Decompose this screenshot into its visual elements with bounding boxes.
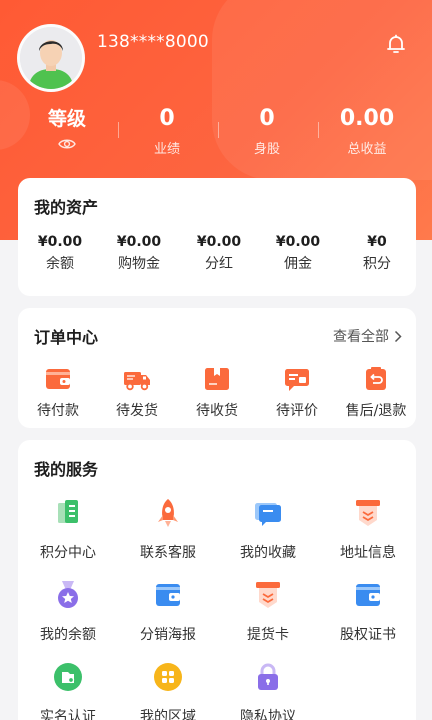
- address-icon: [351, 496, 385, 530]
- asset-value: ¥0: [367, 234, 387, 250]
- asset-label: 积分: [363, 256, 391, 272]
- truck-icon: [122, 364, 152, 394]
- favorites-icon: [251, 496, 285, 530]
- stat-shares[interactable]: 0 身股: [217, 104, 317, 157]
- box-icon: [202, 364, 232, 394]
- asset-value: ¥0.00: [37, 234, 83, 250]
- stat-value: 0: [259, 106, 275, 131]
- service-points-center[interactable]: 积分中心: [18, 496, 118, 562]
- service-real-name-verification[interactable]: 实名认证: [18, 660, 118, 720]
- asset-shopping-gold[interactable]: ¥0.00 购物金: [99, 234, 179, 273]
- eye-icon[interactable]: [17, 136, 117, 155]
- phone-number: 138****8000: [97, 32, 209, 52]
- asset-label: 佣金: [284, 256, 312, 272]
- services-title: 我的服务: [34, 460, 99, 479]
- order-after-sales[interactable]: 售后/退款: [336, 364, 416, 420]
- service-label: 积分中心: [40, 545, 96, 561]
- order-label: 待收货: [196, 403, 238, 419]
- chevron-right-icon: [394, 330, 402, 342]
- assets-card: 我的资产 ¥0.00 余额 ¥0.00 购物金 ¥0.00 分红 ¥0.00 佣…: [18, 178, 416, 296]
- stat-label: 总收益: [347, 142, 387, 157]
- services-card: 我的服务 积分中心 联系客服 我的收藏 地址信息 我的余额 分销海报 提货卡 股…: [18, 440, 416, 720]
- service-pickup-card[interactable]: 提货卡: [218, 578, 318, 644]
- level-label: 等级: [47, 108, 86, 130]
- avatar[interactable]: [17, 24, 85, 92]
- notification-bell-icon[interactable]: [384, 32, 408, 56]
- service-label: 提货卡: [247, 627, 289, 643]
- assets-title: 我的资产: [34, 198, 99, 217]
- asset-value: ¥0.00: [196, 234, 242, 250]
- asset-dividend[interactable]: ¥0.00 分红: [179, 234, 259, 273]
- service-label: 隐私协议: [240, 709, 296, 720]
- asset-label: 购物金: [118, 256, 160, 272]
- pickup-card-icon: [251, 578, 285, 612]
- order-label: 待发货: [116, 403, 158, 419]
- order-center-card: 订单中心 查看全部 待付款 待发货 待收货 待评价 售后/退款: [18, 308, 416, 428]
- region-icon: [151, 660, 185, 694]
- asset-value: ¥0.00: [275, 234, 321, 250]
- service-label: 分销海报: [140, 627, 196, 643]
- wallet-icon: [43, 364, 73, 394]
- service-address-info[interactable]: 地址信息: [318, 496, 418, 562]
- order-pending-review[interactable]: 待评价: [257, 364, 337, 420]
- asset-value: ¥0.00: [116, 234, 162, 250]
- service-label: 联系客服: [140, 545, 196, 561]
- order-label: 待付款: [37, 403, 79, 419]
- service-contact-support[interactable]: 联系客服: [118, 496, 218, 562]
- service-my-balance[interactable]: 我的余额: [18, 578, 118, 644]
- service-my-favorites[interactable]: 我的收藏: [218, 496, 318, 562]
- wallet-icon: [151, 578, 185, 612]
- medal-icon: [51, 578, 85, 612]
- asset-points[interactable]: ¥0 积分: [337, 234, 417, 273]
- order-center-title: 订单中心: [34, 328, 99, 347]
- order-label: 待评价: [276, 403, 318, 419]
- service-label: 地址信息: [340, 545, 396, 561]
- order-label: 售后/退款: [345, 403, 407, 419]
- service-label: 实名认证: [40, 709, 96, 720]
- rocket-icon: [151, 496, 185, 530]
- service-equity-certificate[interactable]: 股权证书: [318, 578, 418, 644]
- service-label: 我的余额: [40, 627, 96, 643]
- asset-label: 分红: [205, 256, 233, 272]
- service-label: 我的收藏: [240, 545, 296, 561]
- service-label: 我的区域: [140, 709, 196, 720]
- certificate-icon: [351, 578, 385, 612]
- stat-performance[interactable]: 0 业绩: [117, 104, 217, 157]
- stat-label: 身股: [253, 142, 280, 157]
- asset-label: 余额: [46, 256, 74, 272]
- points-icon: [51, 496, 85, 530]
- stat-value: 0: [159, 106, 175, 131]
- service-my-region[interactable]: 我的区域: [118, 660, 218, 720]
- see-all-label: 查看全部: [333, 329, 389, 345]
- asset-balance[interactable]: ¥0.00 余额: [20, 234, 100, 273]
- service-privacy-agreement[interactable]: 隐私协议: [218, 660, 318, 720]
- see-all-orders-link[interactable]: 查看全部: [333, 326, 402, 346]
- order-pending-shipment[interactable]: 待发货: [97, 364, 177, 420]
- id-verify-icon: [51, 660, 85, 694]
- asset-commission[interactable]: ¥0.00 佣金: [258, 234, 338, 273]
- stat-value: 0.00: [339, 106, 395, 131]
- refund-icon: [361, 364, 391, 394]
- level-stat[interactable]: 等级: [17, 104, 117, 155]
- order-pending-receipt[interactable]: 待收货: [177, 364, 257, 420]
- stat-total-earnings[interactable]: 0.00 总收益: [317, 104, 417, 157]
- comment-icon: [282, 364, 312, 394]
- stat-label: 业绩: [153, 142, 180, 157]
- lock-icon: [251, 660, 285, 694]
- service-label: 股权证书: [340, 627, 396, 643]
- service-distribution-poster[interactable]: 分销海报: [118, 578, 218, 644]
- order-pending-payment[interactable]: 待付款: [18, 364, 98, 420]
